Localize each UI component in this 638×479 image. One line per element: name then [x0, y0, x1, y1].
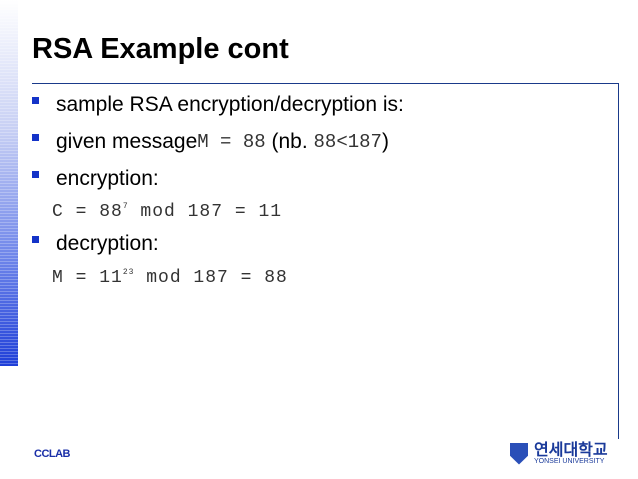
- sidebar-gradient-bar: [0, 0, 18, 366]
- footer-cclab: CCLAB: [34, 448, 71, 460]
- right-border: [618, 83, 619, 439]
- bullet-icon: [32, 235, 39, 243]
- bullet-text: (nb.: [265, 130, 314, 153]
- bullet-text: given message: [56, 130, 198, 153]
- shield-icon: [510, 442, 528, 465]
- yonsei-logo: 연세대학교 YONSEI UNIVERSITY: [510, 442, 608, 465]
- exponent: 23: [122, 268, 135, 277]
- title-divider: [32, 83, 619, 84]
- formula-rhs: mod 187 = 88: [134, 268, 288, 288]
- slide-title: RSA Example cont: [32, 33, 289, 65]
- bullet-icon: [32, 133, 39, 141]
- bullet-item: sample RSA encryption/decryption is:: [32, 93, 404, 117]
- bullet-text: encryption:: [56, 167, 159, 190]
- formula-lhs: C = 88: [52, 202, 123, 222]
- bullet-icon: [32, 170, 39, 178]
- logo-korean: 연세대학교: [534, 440, 608, 459]
- bullet-text: ): [381, 130, 389, 153]
- bullet-item: decryption:: [32, 232, 159, 256]
- decryption-formula: M = 1123 mod 187 = 88: [52, 268, 288, 288]
- logo-english: YONSEI UNIVERSITY: [534, 458, 605, 465]
- bullet-text: decryption:: [56, 232, 159, 255]
- code-text: 88<187: [313, 131, 382, 153]
- bullet-icon: [32, 96, 39, 104]
- formula-rhs: mod 187 = 11: [128, 202, 283, 222]
- encryption-formula: C = 887 mod 187 = 11: [52, 202, 282, 222]
- formula-lhs: M = 11: [52, 268, 123, 288]
- bullet-text: sample RSA encryption/decryption is:: [56, 93, 404, 116]
- bullet-item: given message M = 88 (nb. 88<187): [32, 130, 389, 154]
- code-text: M = 88: [197, 131, 266, 153]
- bullet-item: encryption:: [32, 167, 159, 191]
